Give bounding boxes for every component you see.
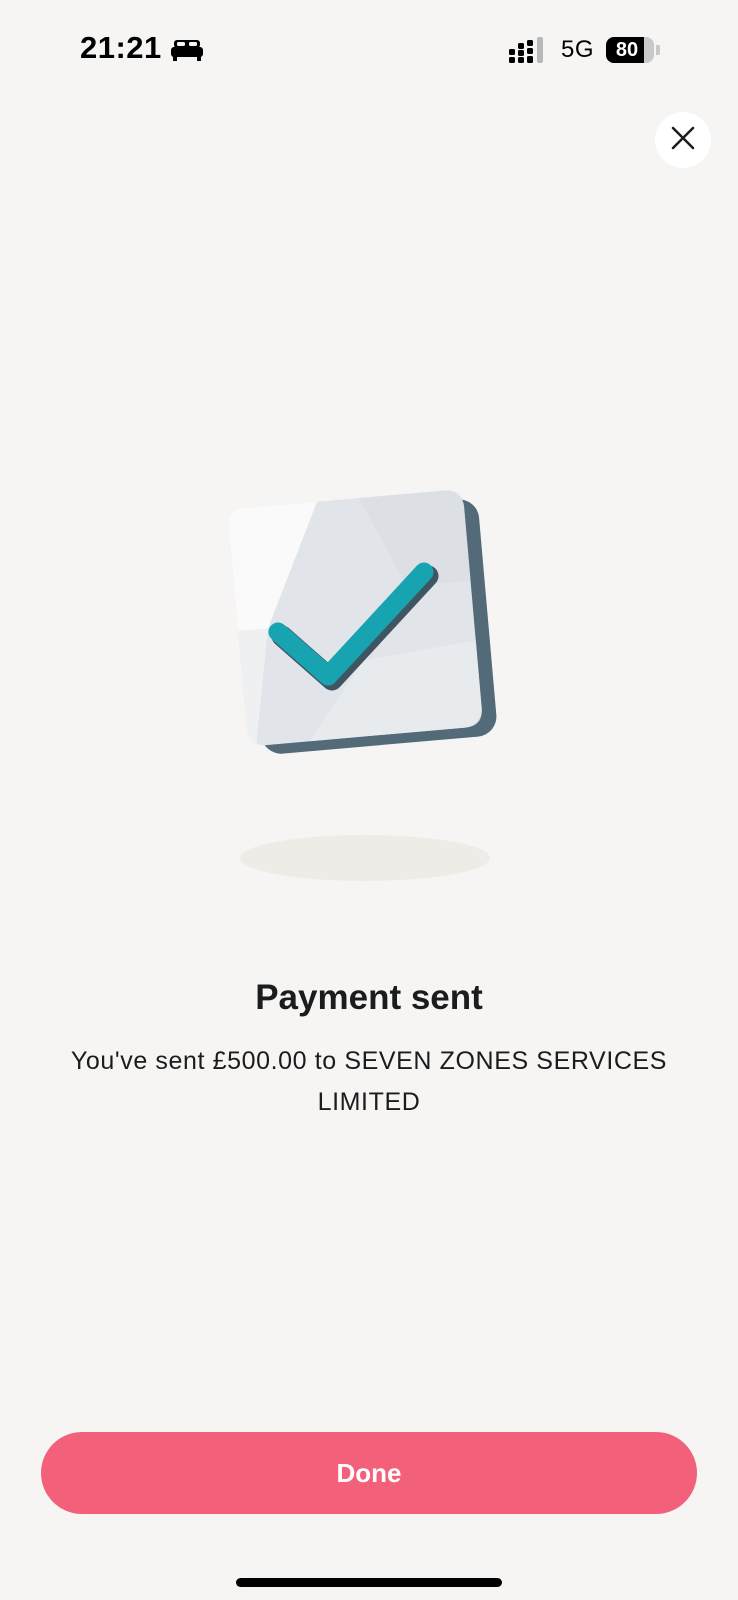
battery-icon: 80: [606, 37, 654, 63]
checkmark-card-icon: [228, 490, 497, 881]
battery-level: 80: [615, 39, 639, 61]
page-title: Payment sent: [255, 978, 483, 1017]
status-time: 21:21: [80, 30, 204, 66]
signal-icon: [508, 37, 547, 63]
home-indicator[interactable]: [236, 1578, 502, 1587]
battery-cap: [656, 45, 660, 55]
status-bar: 21:21 5G 80: [0, 0, 738, 100]
done-button[interactable]: Done: [41, 1432, 697, 1514]
network-type: 5G: [560, 36, 594, 63]
payment-confirmation-message: You've sent £500.00 to SEVEN ZONES SERVI…: [70, 1047, 668, 1116]
time-label: 21:21: [80, 30, 162, 65]
status-indicators: 5G 80: [508, 36, 660, 64]
close-icon: [670, 125, 696, 156]
bed-icon: [170, 35, 204, 61]
payment-success-illustration: [210, 480, 520, 890]
close-button[interactable]: [655, 112, 711, 168]
